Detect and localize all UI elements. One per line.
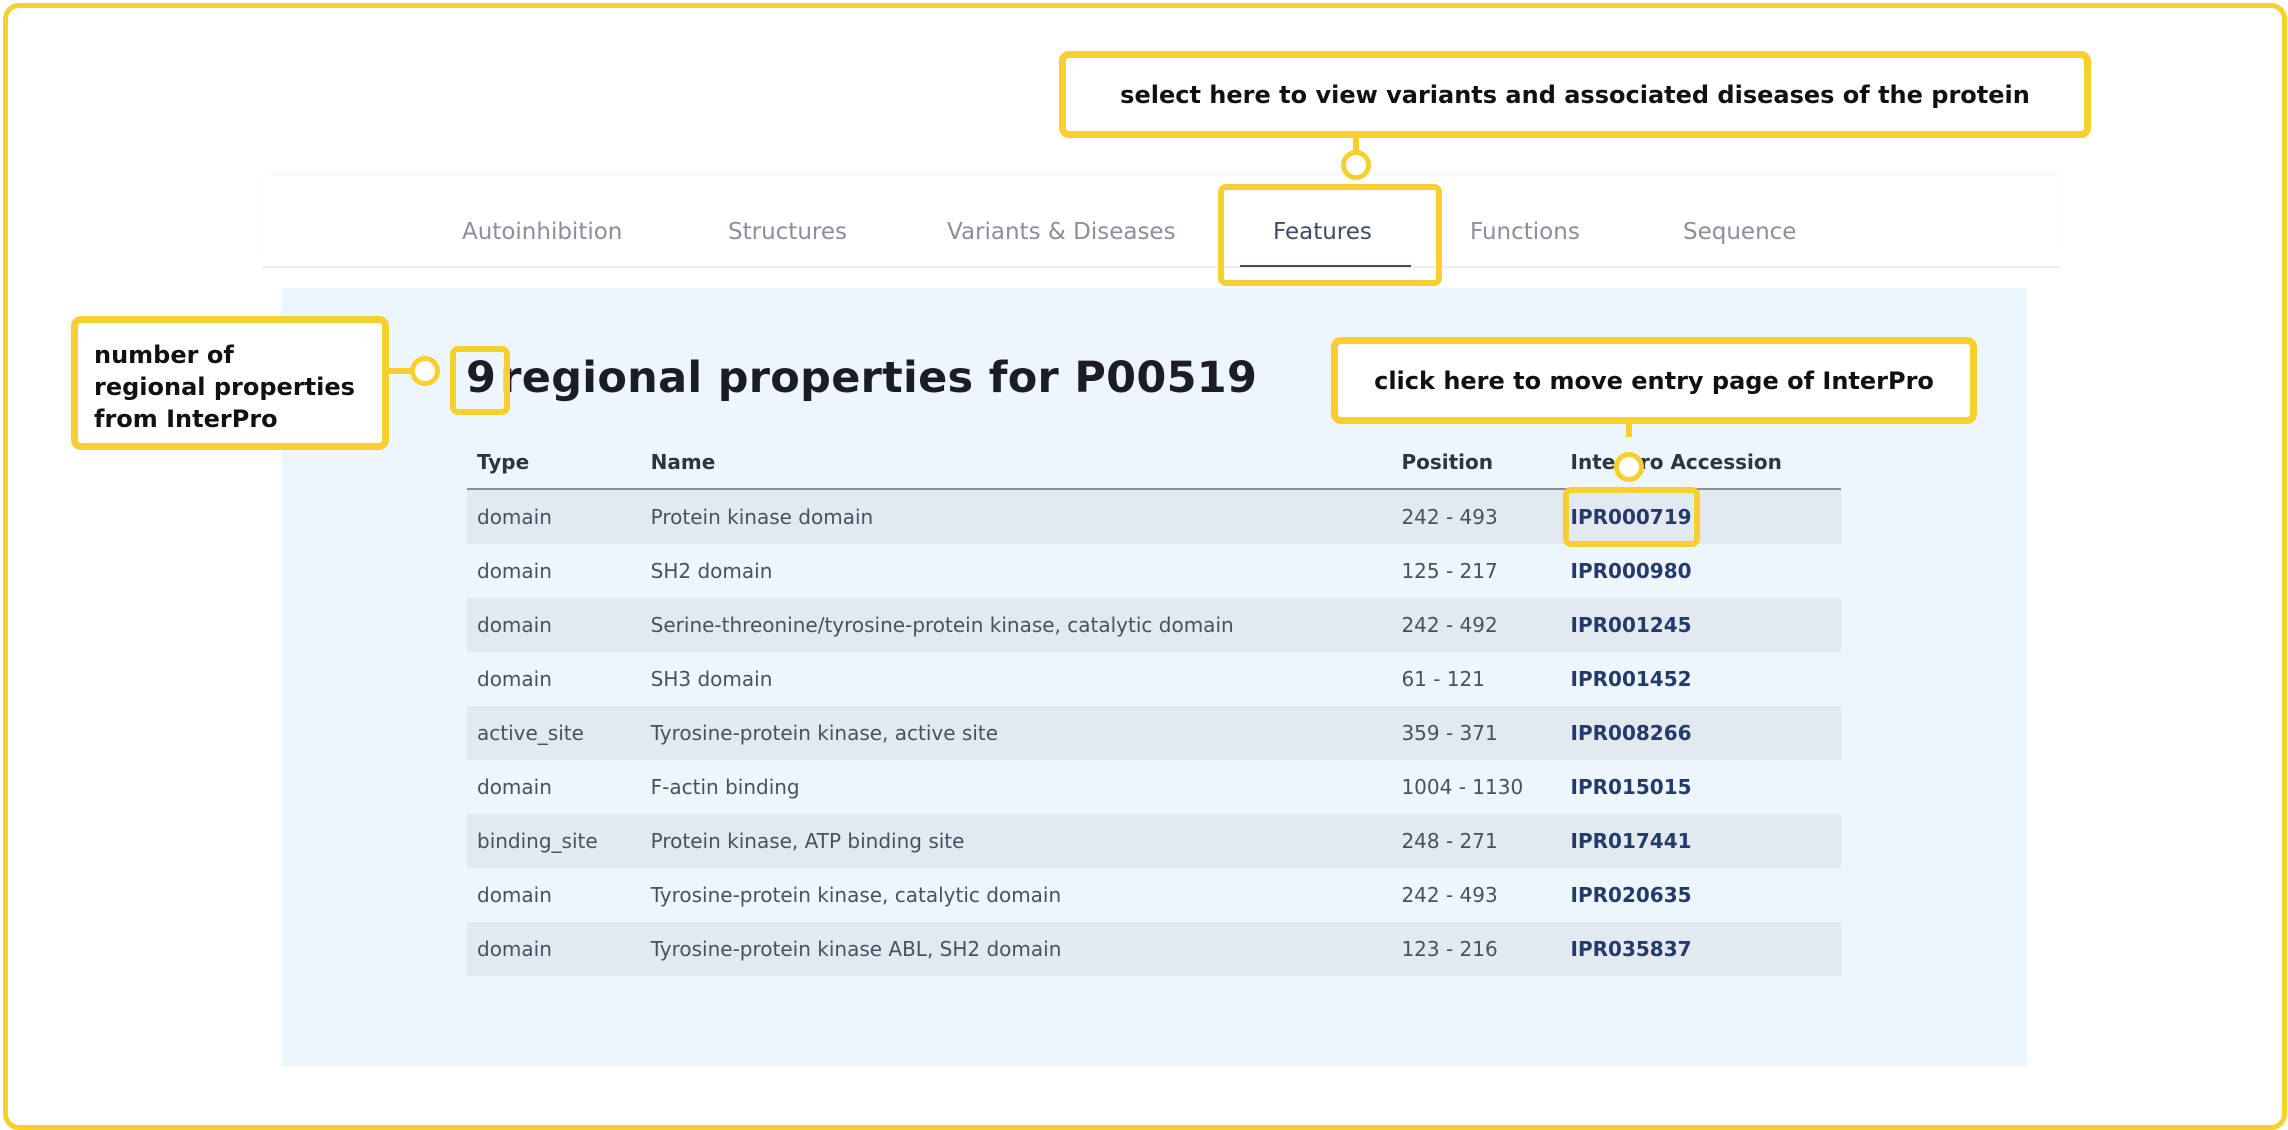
table-row: domain Tyrosine-protein kinase ABL, SH2 … (467, 922, 1841, 976)
accession-callout-connector-dot (1614, 452, 1644, 482)
interpro-accession-link[interactable]: IPR035837 (1560, 922, 1841, 976)
features-tab-highlight (1218, 184, 1442, 286)
column-header-interpro-accession: InterPro Accession (1560, 436, 1841, 490)
interpro-accession-link[interactable]: IPR001452 (1560, 652, 1841, 706)
cell-type: binding_site (467, 814, 641, 868)
column-header-position: Position (1391, 436, 1561, 490)
cell-name: Tyrosine-protein kinase, catalytic domai… (640, 868, 1392, 922)
page-title: 9regional properties for P00519 (466, 348, 1257, 408)
cell-name: Protein kinase domain (640, 489, 1392, 544)
cell-type: domain (467, 922, 641, 976)
count-callout-line: number of (94, 341, 234, 369)
tab-variants-diseases[interactable]: Variants & Diseases (947, 212, 1176, 252)
tab-callout-connector (1353, 137, 1359, 152)
cell-type: domain (467, 868, 641, 922)
cell-name: SH3 domain (640, 652, 1392, 706)
cell-position: 125 - 217 (1391, 544, 1561, 598)
cell-name: Tyrosine-protein kinase, active site (640, 706, 1392, 760)
tab-callout-text: select here to view variants and associa… (1120, 80, 2030, 109)
interpro-accession-link[interactable]: IPR008266 (1560, 706, 1841, 760)
cell-type: domain (467, 652, 641, 706)
count-callout-connector-dot (410, 356, 440, 386)
cell-position: 242 - 493 (1391, 868, 1561, 922)
cell-position: 242 - 493 (1391, 489, 1561, 544)
accession-callout: click here to move entry page of InterPr… (1331, 337, 1977, 424)
count-callout-line: from InterPro (94, 405, 278, 433)
interpro-accession-link[interactable]: IPR020635 (1560, 868, 1841, 922)
accession-callout-connector (1626, 423, 1632, 437)
column-header-type: Type (467, 436, 641, 490)
count-callout: number of regional properties from Inter… (71, 316, 389, 450)
interpro-accession-link[interactable]: IPR015015 (1560, 760, 1841, 814)
cell-name: Protein kinase, ATP binding site (640, 814, 1392, 868)
tab-autoinhibition[interactable]: Autoinhibition (462, 212, 622, 252)
cell-type: domain (467, 544, 641, 598)
count-callout-line: regional properties (94, 373, 355, 401)
cell-type: domain (467, 760, 641, 814)
cell-name: F-actin binding (640, 760, 1392, 814)
column-header-name: Name (640, 436, 1392, 490)
cell-position: 61 - 121 (1391, 652, 1561, 706)
cell-name: Serine-threonine/tyrosine-protein kinase… (640, 598, 1392, 652)
cell-position: 242 - 492 (1391, 598, 1561, 652)
tab-structures[interactable]: Structures (728, 212, 847, 252)
table-row: domain Serine-threonine/tyrosine-protein… (467, 598, 1841, 652)
cell-position: 248 - 271 (1391, 814, 1561, 868)
table-row: domain Tyrosine-protein kinase, catalyti… (467, 868, 1841, 922)
cell-type: active_site (467, 706, 641, 760)
cell-name: Tyrosine-protein kinase ABL, SH2 domain (640, 922, 1392, 976)
count-highlight (450, 346, 510, 415)
tab-callout: select here to view variants and associa… (1059, 51, 2091, 138)
table-row: binding_site Protein kinase, ATP binding… (467, 814, 1841, 868)
count-callout-connector (388, 368, 412, 374)
interpro-accession-link[interactable]: IPR000980 (1560, 544, 1841, 598)
accession-highlight (1563, 487, 1700, 547)
tab-functions[interactable]: Functions (1470, 212, 1580, 252)
cell-type: domain (467, 598, 641, 652)
cell-position: 1004 - 1130 (1391, 760, 1561, 814)
cell-position: 123 - 216 (1391, 922, 1561, 976)
cell-position: 359 - 371 (1391, 706, 1561, 760)
table-row: domain SH3 domain 61 - 121 IPR001452 (467, 652, 1841, 706)
cell-name: SH2 domain (640, 544, 1392, 598)
accession-callout-text: click here to move entry page of InterPr… (1374, 366, 1934, 395)
cell-type: domain (467, 489, 641, 544)
tab-sequence[interactable]: Sequence (1683, 212, 1796, 252)
table-row: domain SH2 domain 125 - 217 IPR000980 (467, 544, 1841, 598)
interpro-accession-link[interactable]: IPR017441 (1560, 814, 1841, 868)
table-row: domain F-actin binding 1004 - 1130 IPR01… (467, 760, 1841, 814)
page-title-text: regional properties for P00519 (500, 353, 1258, 403)
table-row: active_site Tyrosine-protein kinase, act… (467, 706, 1841, 760)
tab-callout-connector-dot (1341, 150, 1371, 180)
interpro-accession-link[interactable]: IPR001245 (1560, 598, 1841, 652)
